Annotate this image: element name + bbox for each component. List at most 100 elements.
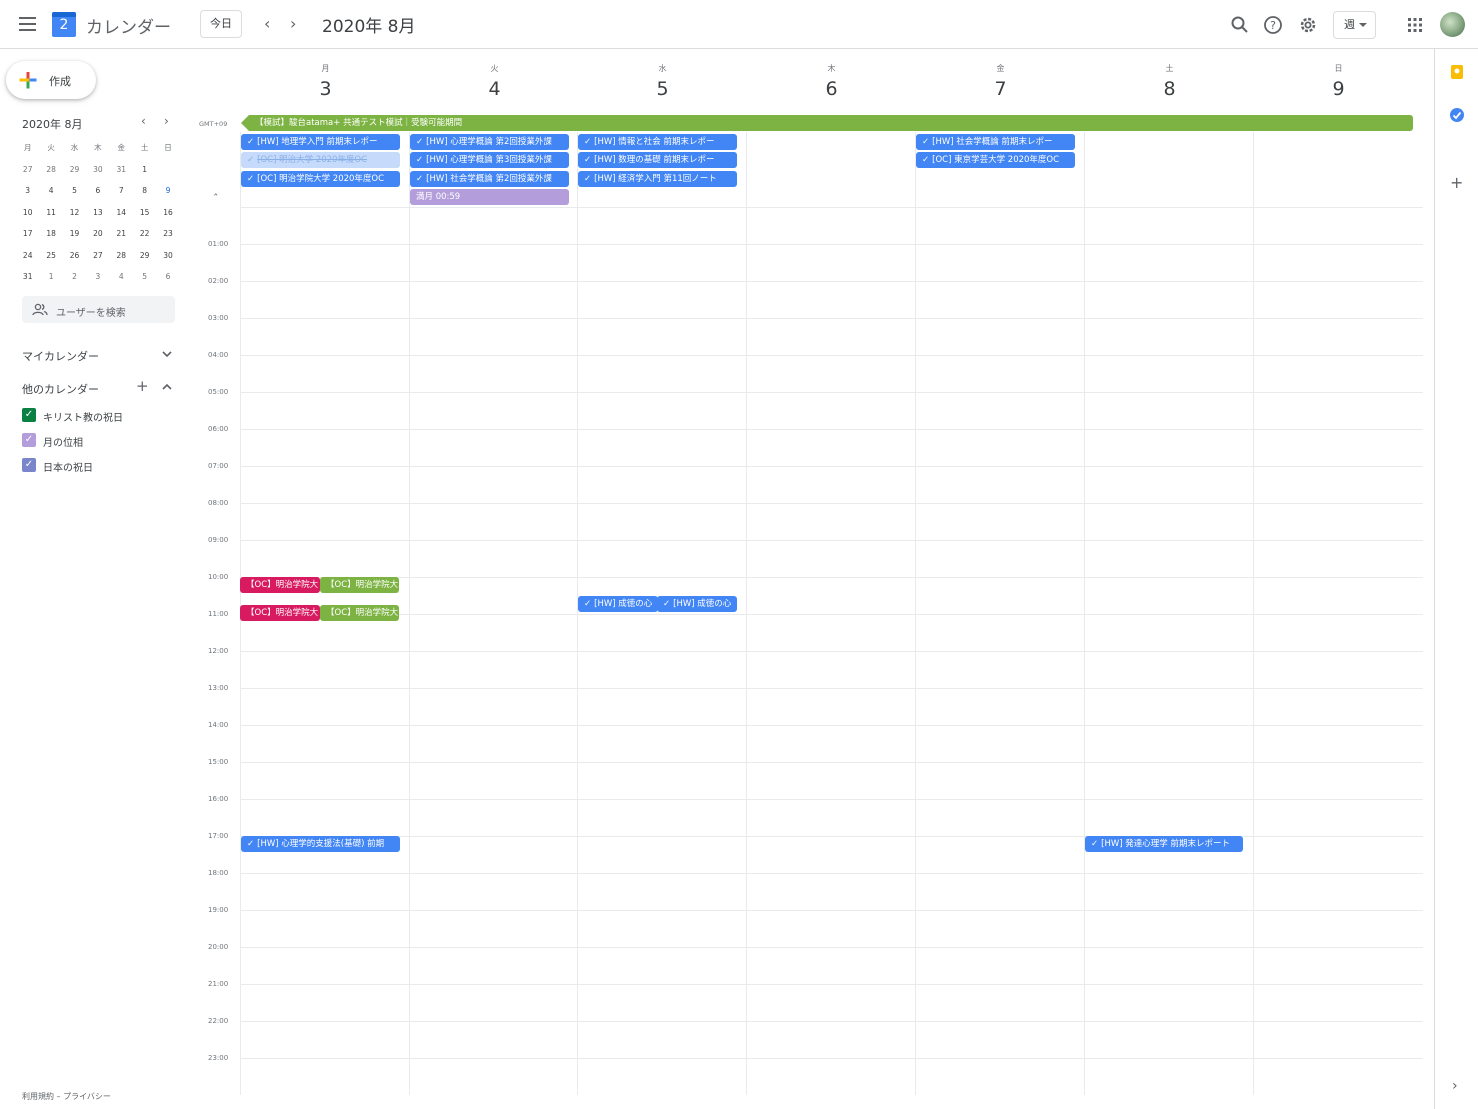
allday-event-banner[interactable]: 【模試】駿台atama+ 共通テスト模試｜受験可能期間 — [241, 115, 1413, 131]
day-number[interactable]: 7 — [916, 78, 1085, 100]
allday-event[interactable]: ✓ [OC] 明治学院大学 2020年度OC — [241, 171, 400, 187]
chevron-down-icon[interactable] — [162, 350, 172, 358]
timed-event[interactable]: ✓ [HW] 発達心理学 前期末レポート — [1085, 836, 1243, 852]
mini-day[interactable]: 2 — [63, 267, 86, 289]
day-header-sun[interactable]: 日 9 — [1254, 63, 1423, 100]
mini-day[interactable]: 20 — [86, 224, 109, 246]
mini-day[interactable]: 21 — [110, 224, 133, 246]
timed-event[interactable]: 【OC】明治学院大 — [320, 577, 399, 593]
day-header-sat[interactable]: 土 8 — [1085, 63, 1254, 100]
mini-day[interactable]: 4 — [39, 181, 62, 203]
timed-event[interactable]: ✓ [HW] 成徳の心 — [578, 596, 658, 612]
timed-event[interactable]: 【OC】明治学院大 — [240, 577, 320, 593]
mini-day[interactable]: 22 — [133, 224, 156, 246]
allday-event-moon-phase[interactable]: 満月 00:59 — [410, 189, 569, 205]
mini-day[interactable]: 16 — [156, 203, 179, 225]
footer-links[interactable]: 利用規約 – プライバシー — [22, 1091, 111, 1102]
mini-day[interactable]: 14 — [110, 203, 133, 225]
day-number[interactable]: 3 — [241, 78, 410, 100]
mini-day[interactable]: 19 — [63, 224, 86, 246]
mini-day[interactable]: 1 — [133, 160, 156, 182]
timed-event[interactable]: 【OC】明治学院大 — [240, 605, 320, 621]
mini-day-today[interactable]: 2 — [156, 160, 179, 182]
mini-day[interactable]: 3 — [86, 267, 109, 289]
mini-day[interactable]: 25 — [39, 246, 62, 268]
chevron-up-icon[interactable] — [162, 383, 172, 391]
allday-event[interactable]: ✓ [HW] 地理学入門 前期末レポー — [241, 134, 400, 150]
mini-day[interactable]: 1 — [39, 267, 62, 289]
mini-day[interactable]: 31 — [16, 267, 39, 289]
get-addons-plus-icon[interactable]: + — [1450, 173, 1463, 192]
checkbox-checked-icon[interactable]: ✓ — [22, 408, 36, 422]
mini-day-selected[interactable]: 9 — [156, 181, 179, 203]
my-calendars-header[interactable]: マイカレンダー — [22, 348, 99, 364]
tasks-icon[interactable] — [1449, 107, 1465, 123]
keep-icon[interactable] — [1450, 64, 1464, 80]
day-header-tue[interactable]: 火 4 — [410, 63, 579, 100]
allday-event[interactable]: ✓ [HW] 社会学概論 前期末レポー — [916, 134, 1075, 150]
day-number[interactable]: 8 — [1085, 78, 1254, 100]
mini-day[interactable]: 31 — [110, 160, 133, 182]
mini-day[interactable]: 12 — [63, 203, 86, 225]
day-header-wed[interactable]: 水 5 — [578, 63, 747, 100]
allday-event-declined[interactable]: ✓ [OC] 明治大学 2020年度OC — [241, 152, 400, 168]
mini-day[interactable]: 6 — [86, 181, 109, 203]
expand-panel-chevron-icon[interactable]: › — [1452, 1078, 1458, 1094]
mini-day[interactable]: 24 — [16, 246, 39, 268]
create-button[interactable]: 作成 — [6, 61, 96, 99]
app-title[interactable]: カレンダー — [86, 13, 171, 38]
mini-day[interactable]: 28 — [39, 160, 62, 182]
day-header-fri[interactable]: 金 7 — [916, 63, 1085, 100]
next-week-chevron-icon[interactable]: › — [290, 14, 296, 33]
timed-event[interactable]: ✓ [HW] 心理学的支援法(基礎) 前期 — [241, 836, 400, 852]
mini-day[interactable]: 30 — [156, 246, 179, 268]
day-header-mon[interactable]: 月 3 — [241, 63, 410, 100]
mini-day[interactable]: 17 — [16, 224, 39, 246]
view-selector[interactable]: 週 — [1333, 11, 1376, 39]
day-number[interactable]: 4 — [410, 78, 579, 100]
today-button[interactable]: 今日 — [200, 10, 242, 38]
calendar-logo-icon[interactable]: 2 — [52, 12, 76, 37]
mini-day[interactable]: 3 — [16, 181, 39, 203]
allday-event[interactable]: ✓ [OC] 東京学芸大学 2020年度OC — [916, 152, 1075, 168]
account-avatar[interactable] — [1440, 12, 1465, 37]
allday-event[interactable]: ✓ [HW] 情報と社会 前期末レポー — [578, 134, 737, 150]
mini-day[interactable]: 23 — [156, 224, 179, 246]
mini-day[interactable]: 26 — [63, 246, 86, 268]
mini-day[interactable]: 7 — [110, 181, 133, 203]
mini-day[interactable]: 28 — [110, 246, 133, 268]
other-calendars-header[interactable]: 他のカレンダー — [22, 381, 99, 397]
settings-gear-icon[interactable] — [1298, 15, 1318, 35]
mini-day[interactable]: 5 — [133, 267, 156, 289]
search-users-input[interactable]: ユーザーを検索 — [22, 296, 175, 323]
mini-day[interactable]: 13 — [86, 203, 109, 225]
apps-grid-icon[interactable] — [1405, 15, 1425, 35]
timed-event[interactable]: ✓ [HW] 成徳の心 — [657, 596, 737, 612]
mini-day[interactable]: 27 — [86, 246, 109, 268]
search-icon[interactable] — [1230, 15, 1250, 35]
mini-day[interactable]: 10 — [16, 203, 39, 225]
allday-event[interactable]: ✓ [HW] 経済学入門 第11回ノート — [578, 171, 737, 187]
mini-day[interactable]: 11 — [39, 203, 62, 225]
checkbox-checked-icon[interactable]: ✓ — [22, 433, 36, 447]
mini-day[interactable]: 29 — [63, 160, 86, 182]
allday-event[interactable]: ✓ [HW] 心理学概論 第2回授業外課 — [410, 134, 569, 150]
timed-event[interactable]: 【OC】明治学院大 — [320, 605, 399, 621]
help-icon[interactable]: ? — [1263, 15, 1283, 35]
mini-next-chevron-icon[interactable]: › — [164, 114, 169, 128]
mini-day[interactable]: 8 — [133, 181, 156, 203]
mini-day[interactable]: 27 — [16, 160, 39, 182]
allday-event[interactable]: ✓ [HW] 数理の基礎 前期末レポー — [578, 152, 737, 168]
day-number[interactable]: 6 — [747, 78, 916, 100]
mini-day[interactable]: 5 — [63, 181, 86, 203]
mini-day[interactable]: 18 — [39, 224, 62, 246]
add-calendar-plus-icon[interactable]: + — [136, 377, 149, 395]
mini-day[interactable]: 30 — [86, 160, 109, 182]
day-header-thu[interactable]: 木 6 — [747, 63, 916, 100]
allday-event[interactable]: ✓ [HW] 社会学概論 第2回授業外課 — [410, 171, 569, 187]
main-menu-icon[interactable] — [19, 17, 36, 31]
collapse-allday-chevron-icon[interactable]: ˆ — [213, 192, 219, 205]
allday-event[interactable]: ✓ [HW] 心理学概論 第3回授業外課 — [410, 152, 569, 168]
checkbox-checked-icon[interactable]: ✓ — [22, 458, 36, 472]
mini-day[interactable]: 29 — [133, 246, 156, 268]
